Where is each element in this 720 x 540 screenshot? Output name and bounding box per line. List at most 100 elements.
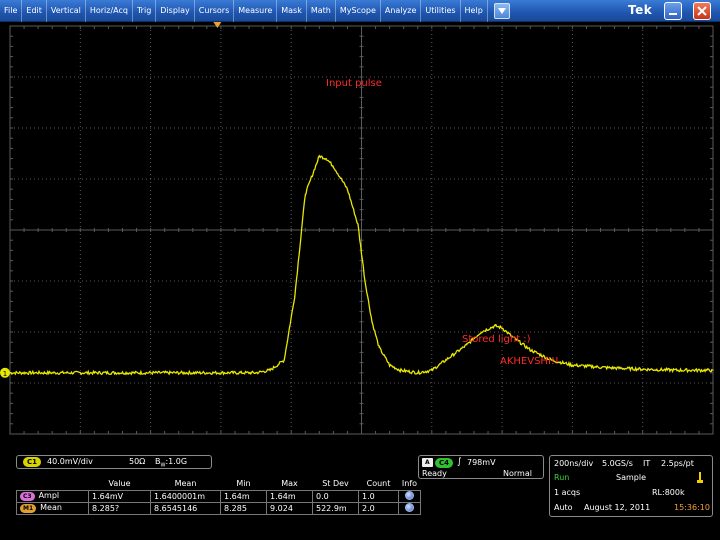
- cell-value: 8.285?: [88, 501, 151, 515]
- menu-edit[interactable]: Edit: [22, 0, 47, 22]
- trigger-slope-icon: ∫: [457, 457, 462, 467]
- channel-scale: 40.0mV/div: [47, 457, 93, 466]
- source-badge: C3: [20, 492, 35, 501]
- table-row[interactable]: M1 Mean 8.285? 8.6545146 8.285 9.024 522.…: [16, 501, 421, 515]
- cell-count: 1.0: [358, 489, 399, 503]
- auto-label: Auto: [554, 503, 573, 512]
- close-icon: [697, 6, 707, 16]
- it-label: IT: [643, 459, 651, 468]
- menu-utilities[interactable]: Utilities: [421, 0, 461, 22]
- stored-light-annotation: Stored light :): [462, 334, 531, 345]
- trigger-level: 798mV: [467, 458, 496, 467]
- trigger-status-icon: [697, 472, 703, 483]
- cell-info[interactable]: [398, 501, 421, 515]
- time: 15:36:10: [674, 503, 710, 512]
- menu-vertical[interactable]: Vertical: [47, 0, 86, 22]
- waveform-point: [294, 295, 296, 297]
- menu-file[interactable]: File: [0, 0, 23, 22]
- resolution: 2.5ps/pt: [661, 459, 694, 468]
- channel-readout[interactable]: C1 40.0mV/div 50Ω BW:1.0G: [16, 455, 212, 469]
- measurement-name: Mean: [40, 503, 62, 512]
- source-badge: M1: [20, 504, 37, 513]
- menu-cursors[interactable]: Cursors: [195, 0, 235, 22]
- info-icon[interactable]: [405, 502, 414, 512]
- channel-bandwidth: BW:1.0G: [155, 457, 187, 469]
- signature-annotation: AKHEVSHI!!: [500, 356, 559, 367]
- waveform-point: [44, 372, 46, 374]
- info-icon[interactable]: [405, 490, 414, 500]
- measurements-table[interactable]: Value Mean Min Max St Dev Count Info C3 A…: [16, 478, 421, 515]
- menu-math[interactable]: Math: [307, 0, 336, 22]
- menu-analyze[interactable]: Analyze: [381, 0, 422, 22]
- cell-max: 9.024: [266, 501, 313, 515]
- waveform-point: [114, 372, 117, 374]
- measurements-header: Value Mean Min Max St Dev Count Info: [17, 478, 421, 490]
- channel-badge: C1: [23, 457, 42, 467]
- waveform-point: [9, 372, 11, 374]
- waveform-display[interactable]: 1 Input pulse Stored light :) AKHEVSHI!!: [0, 22, 720, 450]
- minimize-icon: [669, 13, 677, 15]
- waveform-point: [371, 321, 373, 323]
- cell-stdev: 0.0: [312, 489, 359, 503]
- header-min: Min: [236, 479, 251, 489]
- waveform-point: [501, 327, 503, 329]
- waveform-point: [269, 369, 271, 371]
- waveform-point: [712, 369, 714, 371]
- waveform-point: [283, 359, 285, 361]
- trigger-readout[interactable]: A C4 ∫ 798mV Ready Normal: [418, 455, 544, 479]
- waveform-point: [452, 354, 454, 356]
- header-stdev: St Dev: [322, 479, 349, 489]
- header-info: Info: [401, 479, 418, 489]
- close-button[interactable]: [693, 2, 711, 20]
- waveform-point: [438, 364, 440, 366]
- waveform-point: [332, 165, 334, 167]
- acquisition-readout[interactable]: 200ns/div 5.0GS/s IT 2.5ps/pt Run Sample…: [549, 455, 713, 517]
- ground-marker-label: 1: [3, 370, 7, 378]
- menu-display[interactable]: Display: [156, 0, 195, 22]
- menu-myscope[interactable]: MyScope: [336, 0, 381, 22]
- header-count: Count: [366, 479, 391, 489]
- waveform-point: [364, 280, 366, 282]
- waveform-point: [185, 372, 187, 374]
- menu-measure[interactable]: Measure: [234, 0, 278, 22]
- waveform-point: [304, 193, 306, 195]
- measurement-name: Ampl: [38, 491, 60, 500]
- waveform-point: [255, 372, 257, 374]
- waveform-point: [417, 372, 419, 374]
- cell-count: 2.0: [358, 501, 399, 515]
- bw-value: :1.0G: [165, 457, 188, 466]
- menu-mask[interactable]: Mask: [277, 0, 307, 22]
- trigger-mode-badge: A: [422, 458, 433, 467]
- sample-rate: 5.0GS/s: [602, 459, 633, 468]
- menu-dropdown-button[interactable]: [493, 2, 510, 19]
- input-pulse-annotation: Input pulse: [326, 78, 382, 89]
- menu-help[interactable]: Help: [461, 0, 488, 22]
- chevron-down-icon: [497, 7, 506, 14]
- menu-horiz-acq[interactable]: Horiz/Acq: [86, 0, 133, 22]
- cell-mean: 8.6545146: [150, 501, 221, 515]
- cell-stdev: 522.9m: [312, 501, 359, 515]
- row-label: C3 Ampl: [16, 489, 89, 503]
- menu-bar: File Edit Vertical Horiz/Acq Trig Display Curs…: [0, 0, 720, 22]
- tek-logo: Tek: [628, 3, 653, 17]
- cell-max: 1.64m: [266, 489, 313, 503]
- channel-impedance: 50Ω: [129, 457, 146, 466]
- minimize-button[interactable]: [664, 2, 682, 20]
- trigger-source-badge: C4: [435, 458, 454, 468]
- run-state: Run: [554, 473, 570, 482]
- menu-trig[interactable]: Trig: [133, 0, 157, 22]
- cell-info[interactable]: [398, 489, 421, 503]
- waveform-point: [431, 369, 433, 371]
- ground-marker: 1: [0, 367, 10, 378]
- waveform-point: [642, 368, 644, 370]
- acq-count: 1 acqs: [554, 488, 581, 497]
- waveform-point: [357, 224, 359, 226]
- cell-value: 1.64mV: [88, 489, 151, 503]
- table-row[interactable]: C3 Ampl 1.64mV 1.6400001m 1.64m 1.64m 0.0…: [16, 489, 421, 503]
- waveform-point: [220, 372, 222, 374]
- waveform-point: [79, 372, 81, 374]
- trigger-position-marker: [213, 22, 222, 28]
- waveform-point: [389, 364, 391, 366]
- waveform-point: [318, 155, 320, 157]
- timebase: 200ns/div: [554, 459, 594, 468]
